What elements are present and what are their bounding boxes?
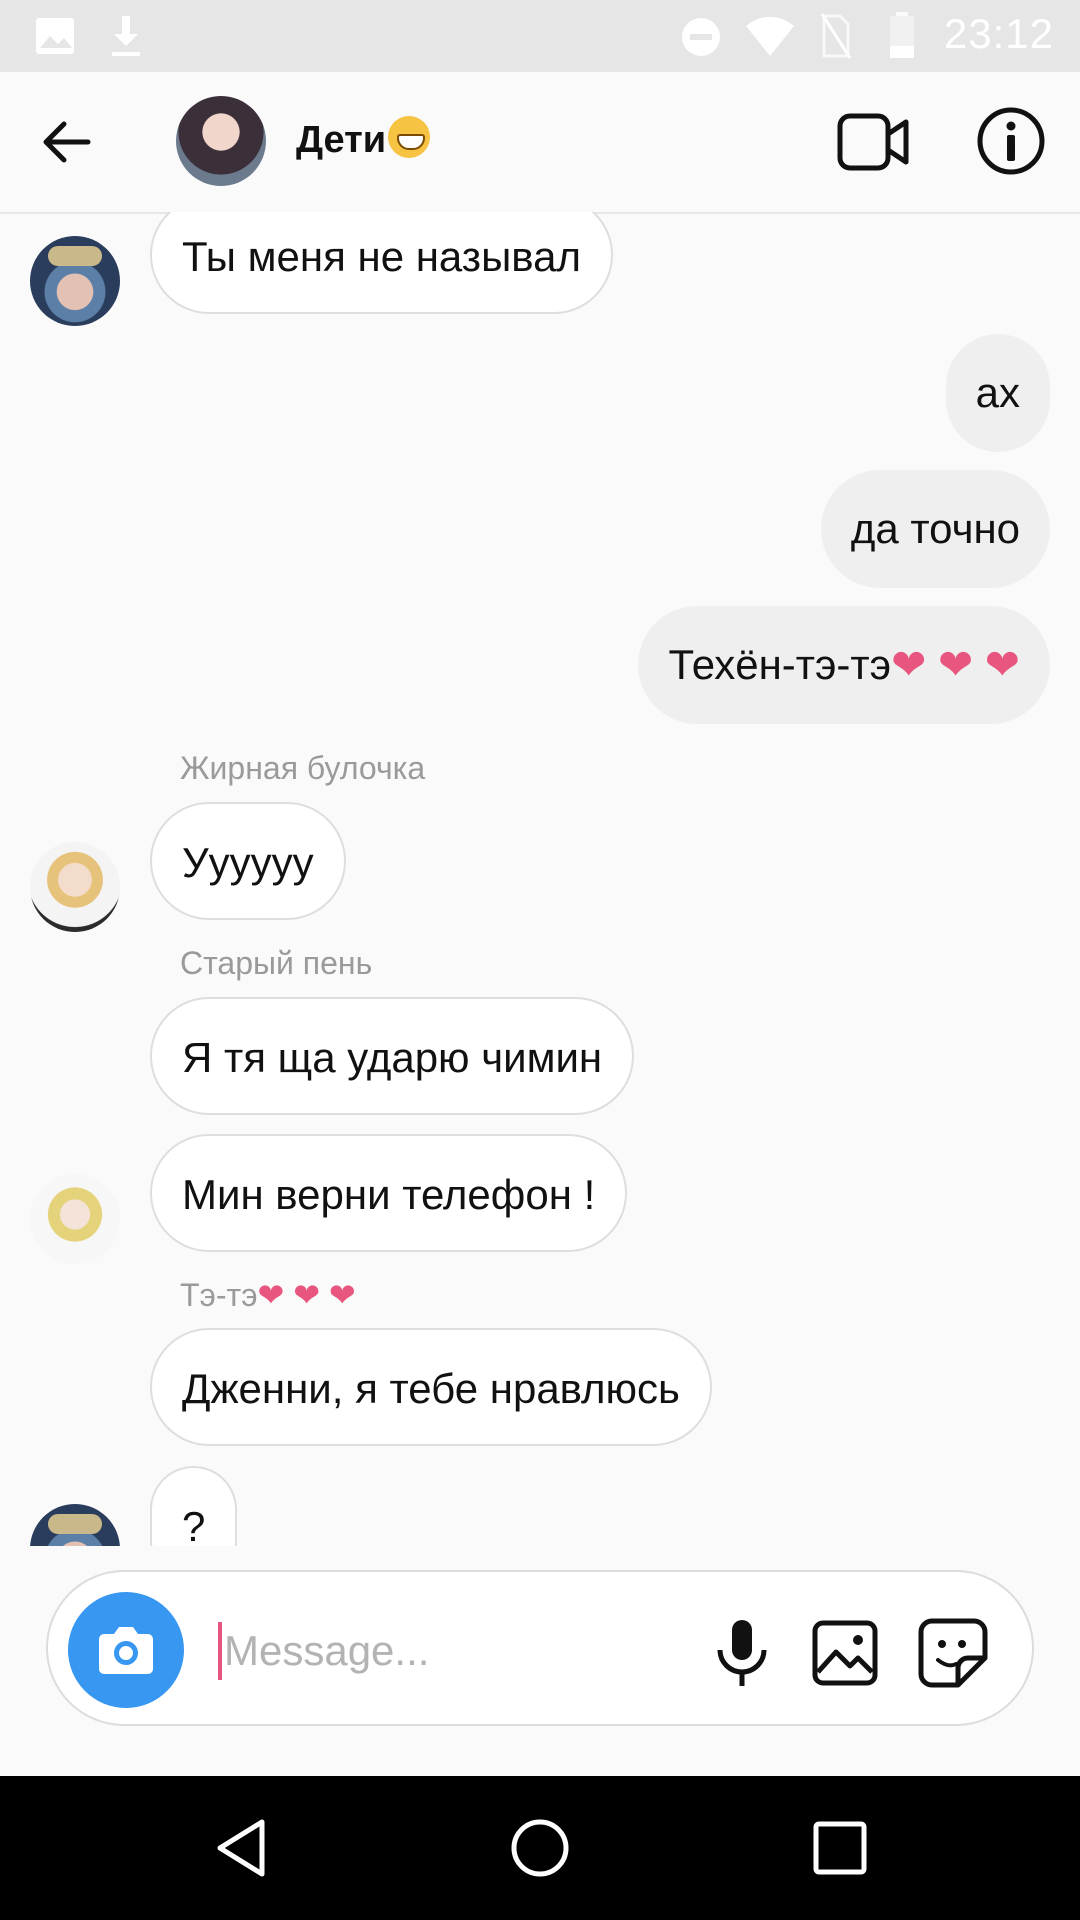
message-bubble-incoming[interactable]: Я тя ща ударю чимин — [150, 997, 635, 1115]
status-bar: 23:12 — [0, 0, 1080, 72]
battery-icon — [890, 12, 914, 58]
message-text: Техён-тэ-тэ — [668, 641, 892, 688]
recents-square-icon[interactable] — [808, 1816, 872, 1880]
message-bubble-incoming[interactable]: Ты меня не называл — [150, 212, 613, 314]
download-icon — [112, 16, 140, 56]
message-bubble-incoming[interactable]: Мин верни телефон ! — [150, 1134, 628, 1252]
image-icon — [36, 18, 74, 54]
back-triangle-icon[interactable] — [210, 1816, 274, 1880]
chat-title[interactable]: Дети — [296, 116, 431, 162]
message-bubble-outgoing[interactable]: Техён-тэ-тэ❤ ❤ ❤ — [638, 606, 1050, 724]
group-avatar[interactable] — [176, 96, 266, 186]
chat-header: Дети — [0, 72, 1080, 214]
sticker-icon[interactable] — [918, 1618, 988, 1688]
do-not-disturb-icon — [682, 18, 720, 56]
avatar[interactable] — [30, 1174, 120, 1264]
hearts-emoji: ❤ ❤ ❤ — [257, 1277, 356, 1313]
microphone-icon[interactable] — [710, 1618, 774, 1690]
home-circle-icon[interactable] — [508, 1816, 572, 1880]
status-time: 23:12 — [943, 10, 1054, 57]
grinning-emoji-icon — [388, 116, 431, 158]
camera-button[interactable] — [68, 1592, 184, 1708]
message-bubble-incoming[interactable]: ? — [150, 1466, 238, 1546]
video-call-icon[interactable] — [836, 110, 910, 174]
message-input[interactable] — [222, 1602, 606, 1700]
back-arrow-icon[interactable] — [36, 112, 96, 172]
info-icon[interactable] — [976, 106, 1046, 176]
system-nav-bar — [0, 1776, 1080, 1920]
message-bubble-outgoing[interactable]: ах — [945, 334, 1050, 452]
message-bubble-outgoing[interactable]: да точно — [820, 470, 1050, 588]
sender-name: Старый пень — [180, 945, 373, 981]
chat-title-text: Дети — [296, 119, 387, 161]
sender-name: Жирная булочка — [180, 750, 426, 786]
sender-name: Тэ-тэ❤ ❤ ❤ — [180, 1276, 356, 1314]
sender-name-text: Тэ-тэ — [180, 1277, 258, 1313]
message-bubble-incoming[interactable]: Уууууу — [150, 802, 346, 920]
camera-icon — [99, 1627, 153, 1674]
avatar[interactable] — [30, 1504, 120, 1546]
no-sim-icon — [820, 13, 852, 59]
gallery-icon[interactable] — [812, 1620, 878, 1686]
wifi-icon — [746, 16, 794, 56]
message-bubble-incoming[interactable]: Дженни, я тебе нравлюсь — [150, 1328, 712, 1446]
message-composer — [46, 1570, 1034, 1726]
message-thread[interactable]: Ты меня не называл ах да точно Техён-тэ-… — [0, 212, 1080, 1546]
avatar[interactable] — [30, 236, 120, 326]
avatar[interactable] — [30, 842, 120, 932]
hearts-emoji: ❤ ❤ ❤ — [891, 641, 1020, 688]
